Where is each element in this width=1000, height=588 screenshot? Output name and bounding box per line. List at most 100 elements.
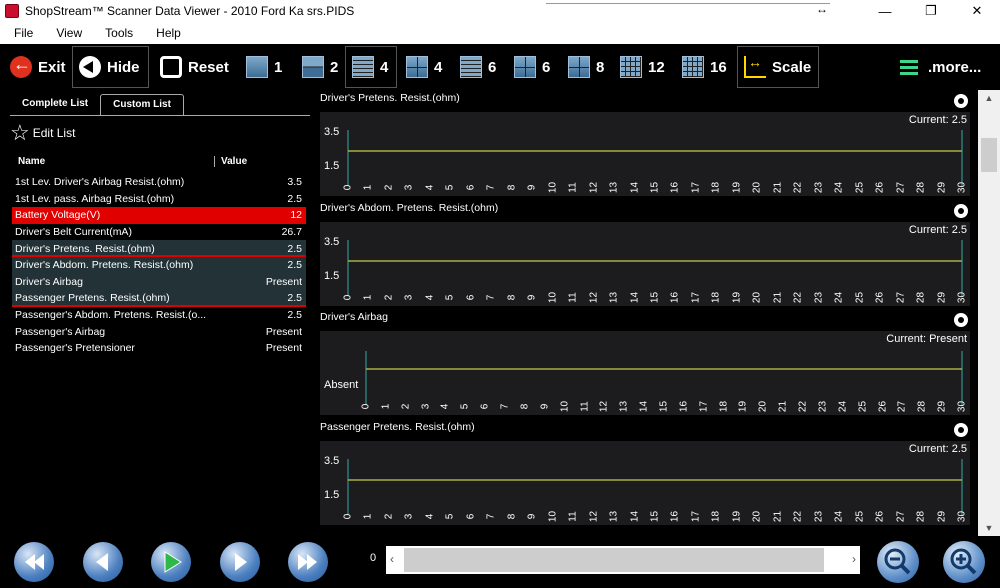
- layout-6-grid-button[interactable]: 6: [508, 46, 556, 88]
- hide-label: Hide: [107, 58, 140, 76]
- layout-8-icon: [568, 56, 590, 78]
- x-tick-label: 20: [751, 291, 763, 304]
- layout-12-label: 12: [648, 58, 665, 76]
- pid-name: 1st Lev. pass. Airbag Resist.(ohm): [15, 192, 175, 205]
- list-item[interactable]: Passenger's Airbag Present: [12, 323, 306, 340]
- menu-help[interactable]: Help: [142, 26, 190, 40]
- scroll-right-icon[interactable]: ›: [852, 552, 856, 566]
- play-icon: [164, 551, 182, 573]
- layout-8-button[interactable]: 8: [562, 46, 610, 88]
- list-item[interactable]: Passenger Pretens. Resist.(ohm) 2.5: [12, 290, 306, 307]
- step-forward-button[interactable]: [220, 542, 260, 582]
- menu-view[interactable]: View: [42, 26, 91, 40]
- menu-tools[interactable]: Tools: [91, 26, 142, 40]
- layout-4-grid-button[interactable]: 4: [400, 46, 448, 88]
- x-tick-label: 4: [424, 184, 436, 191]
- pid-value: 2.5: [287, 309, 302, 322]
- list-item[interactable]: 1st Lev. Driver's Airbag Resist.(ohm) 3.5: [12, 174, 306, 191]
- minimize-button[interactable]: —: [862, 0, 908, 22]
- x-tick-label: 12: [598, 400, 610, 413]
- graph-options-icon[interactable]: [954, 204, 968, 218]
- layout-12-button[interactable]: 12: [614, 46, 671, 88]
- graph-title: Passenger Pretens. Resist.(ohm): [320, 421, 475, 433]
- scroll-thumb[interactable]: [981, 138, 997, 172]
- x-tick-label: 20: [757, 400, 769, 413]
- rewind-button[interactable]: [14, 542, 54, 582]
- list-item[interactable]: Battery Voltage(V) 12: [12, 207, 306, 224]
- list-item[interactable]: Driver's Belt Current(mA) 26.7: [12, 224, 306, 241]
- x-tick-label: 11: [567, 292, 579, 303]
- exit-button[interactable]: Exit: [4, 46, 72, 88]
- list-item[interactable]: 1st Lev. pass. Airbag Resist.(ohm) 2.5: [12, 191, 306, 208]
- graph-options-icon[interactable]: [954, 94, 968, 108]
- edit-list-label: Edit List: [32, 126, 76, 140]
- rewind-icon: [25, 554, 44, 570]
- layout-4-grid-icon: [406, 56, 428, 78]
- pid-value: Present: [265, 275, 302, 288]
- list-item[interactable]: Driver's Airbag Present: [12, 273, 306, 291]
- pid-name: Passenger's Airbag: [15, 325, 106, 338]
- x-tick-label: 2: [400, 403, 412, 410]
- reset-button[interactable]: Reset: [154, 46, 235, 88]
- more-button[interactable]: .more...: [894, 46, 987, 88]
- list-item[interactable]: Driver's Pretens. Resist.(ohm) 2.5: [12, 240, 306, 257]
- x-tick-label: 18: [710, 181, 722, 194]
- layout-4-rows-button[interactable]: 4: [345, 46, 397, 88]
- fast-forward-button[interactable]: [288, 542, 328, 582]
- layout-4-rows-icon: [352, 56, 374, 78]
- tab-custom-list[interactable]: Custom List: [100, 94, 184, 116]
- resize-arrow-icon[interactable]: ↔: [816, 2, 828, 16]
- col-value-header[interactable]: Value: [214, 156, 247, 167]
- step-back-button[interactable]: [83, 542, 123, 582]
- list-item[interactable]: Passenger's Pretensioner Present: [12, 340, 306, 357]
- zoom-out-button[interactable]: [877, 541, 919, 583]
- list-item[interactable]: Passenger's Abdom. Pretens. Resist.(o...…: [12, 307, 306, 324]
- x-tick-label: 28: [915, 291, 927, 304]
- play-button[interactable]: [151, 542, 191, 582]
- x-tick-label: 27: [895, 291, 907, 304]
- layout-2-button[interactable]: 2: [296, 46, 344, 88]
- menu-file[interactable]: File: [0, 26, 42, 40]
- x-tick-label: 5: [444, 184, 456, 191]
- timeline-thumb[interactable]: [404, 548, 824, 572]
- edit-list-button[interactable]: ☆ Edit List: [10, 120, 75, 146]
- x-tick-label: 17: [690, 510, 702, 523]
- pid-name: Driver's Abdom. Pretens. Resist.(ohm): [15, 259, 194, 272]
- x-tick-label: 4: [424, 294, 436, 301]
- col-name-header[interactable]: Name: [18, 156, 45, 167]
- graph-options-icon[interactable]: [954, 423, 968, 437]
- maximize-button[interactable]: ❐: [908, 0, 954, 22]
- vertical-scrollbar[interactable]: ▲ ▼: [978, 90, 1000, 536]
- graph-panel: Current: 2.5 3.5 1.5 0 1 2 3 4 5 6 7 8 9 10 11 12 13 14 15…: [320, 441, 970, 525]
- layout-16-button[interactable]: 16: [676, 46, 733, 88]
- timeline-scrollbar[interactable]: ‹ ›: [386, 546, 860, 574]
- fast-forward-icon: [298, 554, 317, 570]
- x-tick-label: 7: [485, 294, 497, 301]
- graph-options-icon[interactable]: [954, 313, 968, 327]
- list-item[interactable]: Driver's Abdom. Pretens. Resist.(ohm) 2.5: [12, 256, 306, 274]
- x-tick-label: 30: [956, 181, 968, 194]
- scale-button[interactable]: Scale: [737, 46, 819, 88]
- zoom-in-button[interactable]: [943, 541, 985, 583]
- x-tick-label: 27: [895, 510, 907, 523]
- x-tick-label: 14: [629, 181, 641, 194]
- playback-bar: 0 ‹ ›: [0, 536, 1000, 586]
- scroll-left-icon[interactable]: ‹: [390, 552, 394, 566]
- scroll-up-icon[interactable]: ▲: [978, 90, 1000, 106]
- hide-button[interactable]: Hide: [72, 46, 149, 88]
- tab-complete-list[interactable]: Complete List: [10, 94, 100, 116]
- layout-8-label: 8: [596, 58, 605, 76]
- x-tick-label: 16: [669, 291, 681, 304]
- x-tick-label: 17: [698, 400, 710, 413]
- x-tick-label: 6: [465, 513, 477, 520]
- exit-label: Exit: [38, 58, 66, 76]
- x-tick-label: 30: [956, 291, 968, 304]
- layout-1-button[interactable]: 1: [240, 46, 288, 88]
- x-tick-label: 19: [737, 400, 749, 413]
- scroll-down-icon[interactable]: ▼: [978, 520, 1000, 536]
- x-tick-label: 6: [465, 184, 477, 191]
- pid-value: Present: [265, 325, 302, 338]
- close-window-button[interactable]: ✕: [954, 0, 1000, 22]
- layout-6-rows-label: 6: [488, 58, 497, 76]
- layout-6-rows-button[interactable]: 6: [454, 46, 502, 88]
